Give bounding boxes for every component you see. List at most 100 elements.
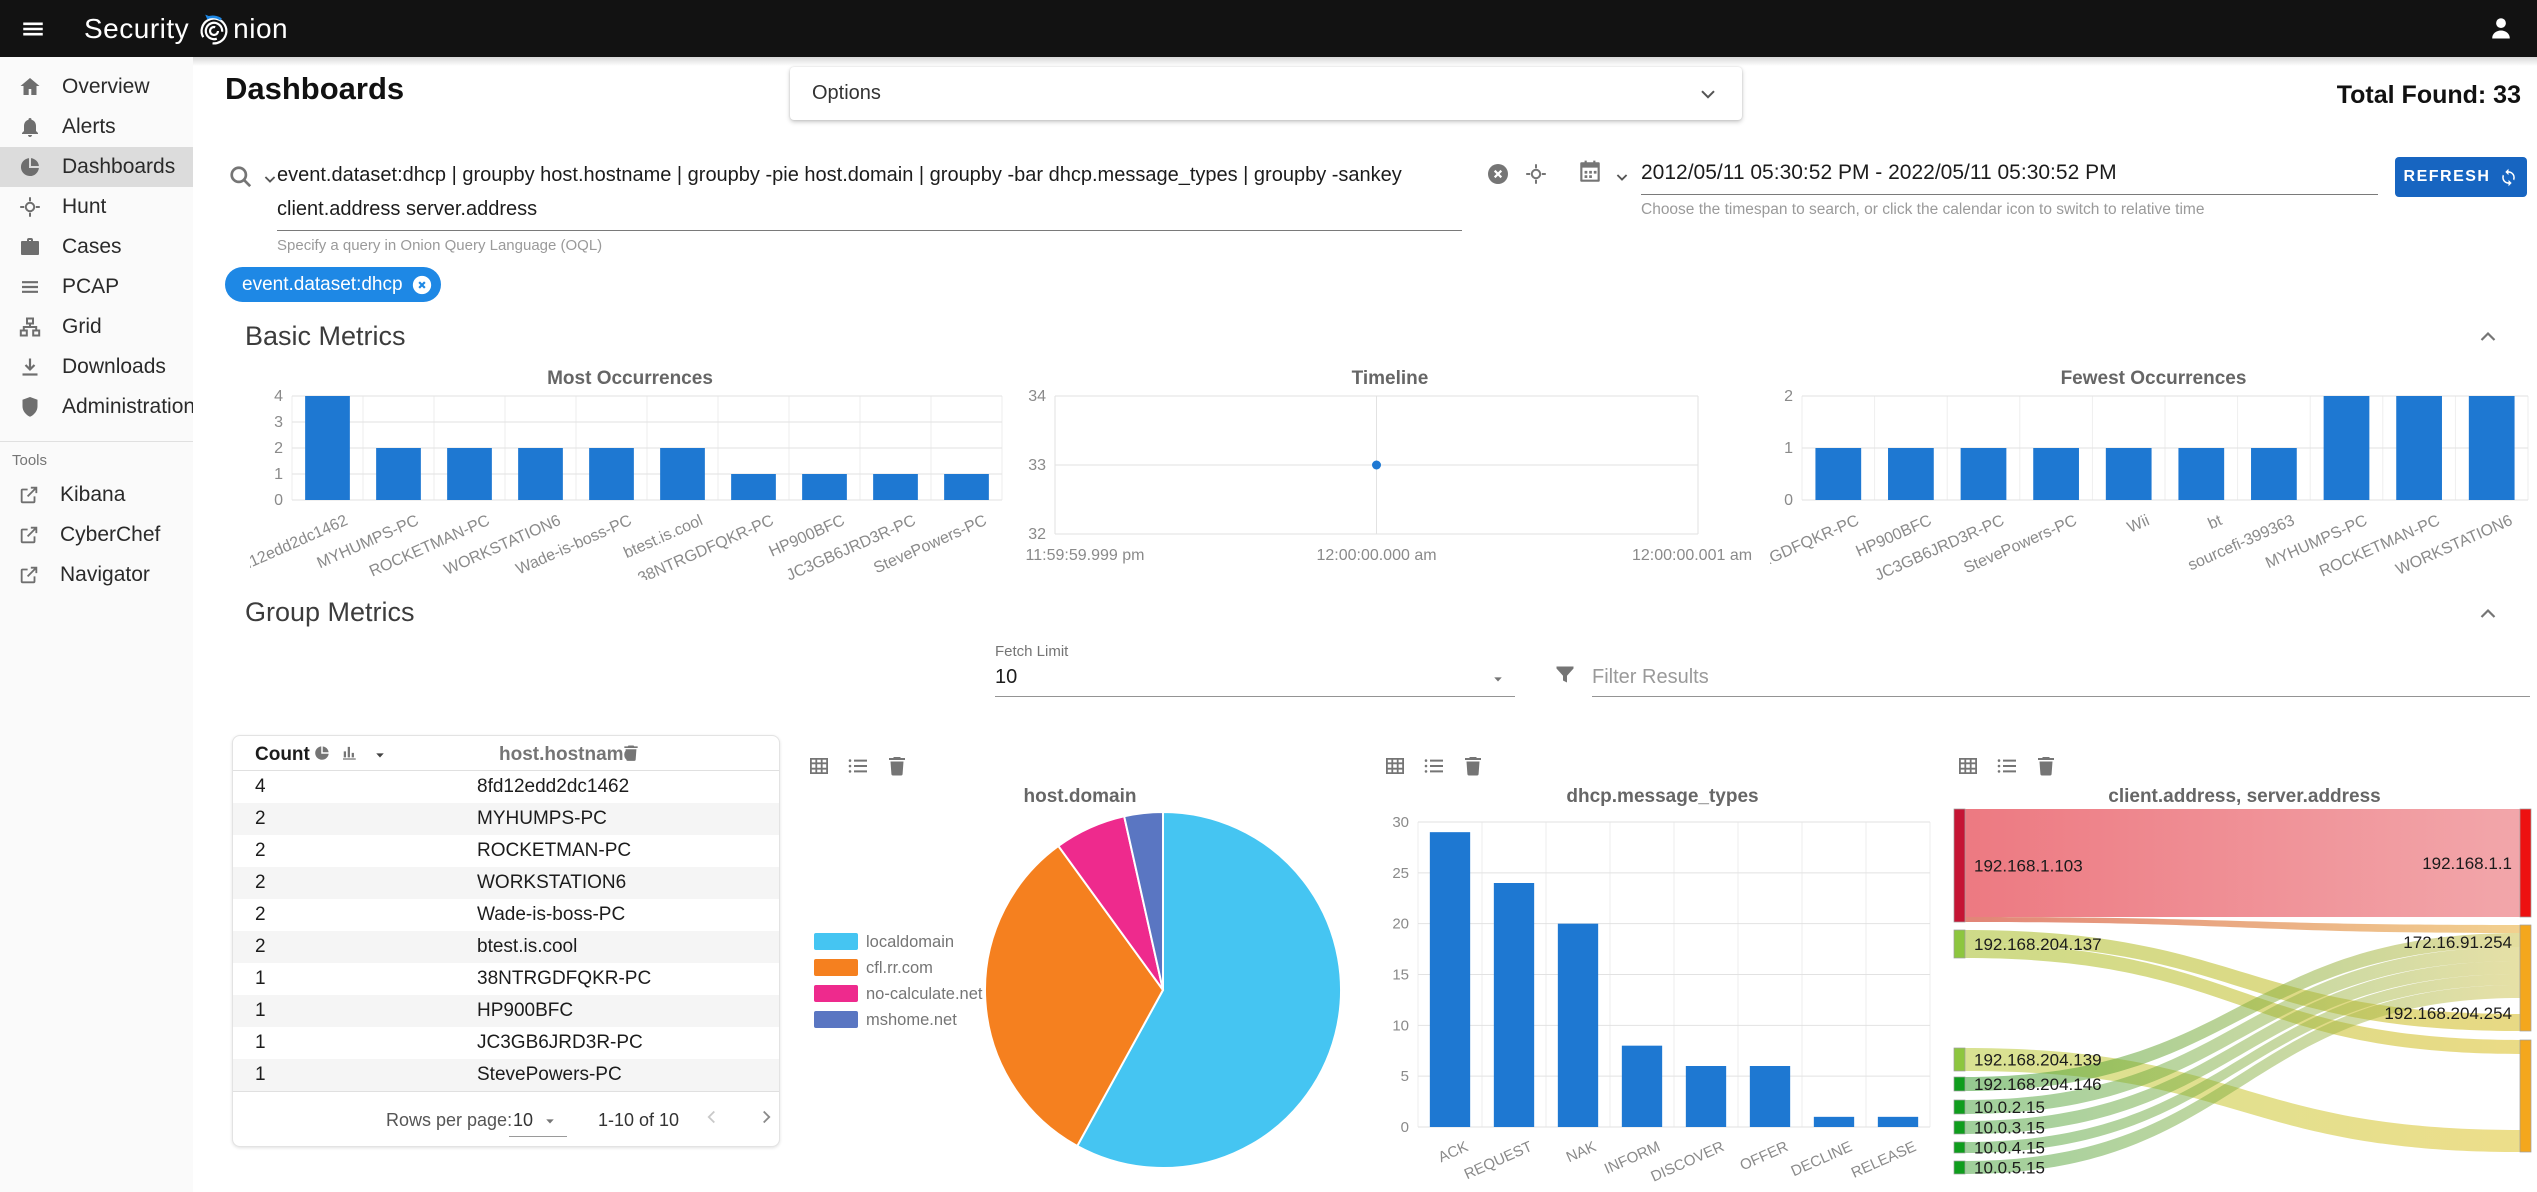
fetch-limit-caret-icon[interactable] <box>1489 670 1507 688</box>
list-icon[interactable] <box>846 754 870 778</box>
user-icon[interactable] <box>2487 14 2515 42</box>
list-icon[interactable] <box>1995 754 2019 778</box>
sidebar-item-dashboards[interactable]: Dashboards <box>0 147 193 187</box>
table-row[interactable]: 2 btest.is.cool <box>233 931 779 963</box>
legend-item[interactable]: mshome.net <box>814 1011 957 1029</box>
sidebar-tool-navigator[interactable]: Navigator <box>0 555 193 595</box>
cell-count[interactable]: 2 <box>233 904 477 926</box>
table-row[interactable]: 1 StevePowers-PC <box>233 1059 779 1091</box>
table-row[interactable]: 2 Wade-is-boss-PC <box>233 899 779 931</box>
sankey-node-192.168.204.139[interactable] <box>1953 1047 1966 1072</box>
cell-count[interactable]: 1 <box>233 1032 477 1054</box>
list-icon[interactable] <box>1422 754 1446 778</box>
dhcp-message-types-chart[interactable]: 051015202530ACKREQUEST NAK INFORMDISCOVER O… <box>1380 800 1945 1192</box>
trash-icon[interactable] <box>1461 754 1485 778</box>
refresh-button[interactable]: REFRESH <box>2395 157 2527 197</box>
pie-chart-icon[interactable] <box>313 744 331 762</box>
table-row[interactable]: 1 38NTRGDFQKR-PC <box>233 963 779 995</box>
table-row[interactable]: 1 HP900BFC <box>233 995 779 1027</box>
fetch-limit-select[interactable]: 10 <box>995 666 1017 689</box>
chip-close-icon[interactable] <box>411 274 433 296</box>
cell-count[interactable]: 2 <box>233 840 477 862</box>
client-server-sankey-chart[interactable]: 192.168.1.103 192.168.204.137 192.168.204.… <box>1952 800 2537 1192</box>
sidebar-item-cases[interactable]: Cases <box>0 227 193 267</box>
sidebar-item-overview[interactable]: Overview <box>0 67 193 107</box>
sankey-node-192.168.204.146[interactable] <box>1953 1076 1966 1092</box>
table-icon[interactable] <box>1956 754 1980 778</box>
sankey-node-10.0.5.15[interactable] <box>1953 1160 1966 1175</box>
most-occurrences-chart[interactable]: 012348fd12edd2dc1462MYHUMPS-PCROCKETMAN-… <box>250 386 1010 580</box>
sankey-node-10.0.4.15[interactable] <box>1953 1141 1966 1154</box>
cell-hostname[interactable]: HP900BFC <box>477 1000 573 1022</box>
page-next-icon[interactable] <box>755 1106 777 1128</box>
table-row[interactable]: 2 WORKSTATION6 <box>233 867 779 899</box>
sankey-node-10.0.3.15[interactable] <box>1953 1120 1966 1135</box>
filter-results-input[interactable]: Filter Results <box>1592 666 1709 689</box>
sankey-node-192.168.204.137[interactable] <box>1953 929 1966 959</box>
legend-item[interactable]: cfl.rr.com <box>814 959 933 977</box>
rows-per-page-select[interactable]: 10 <box>513 1110 533 1131</box>
sidebar-item-pcap[interactable]: PCAP <box>0 267 193 307</box>
clear-query-icon[interactable] <box>1486 162 1510 186</box>
collapse-group-icon[interactable] <box>2475 601 2501 627</box>
table-row[interactable]: 2 ROCKETMAN-PC <box>233 835 779 867</box>
rows-per-page-caret-icon[interactable] <box>541 1112 559 1130</box>
cell-count[interactable]: 1 <box>233 1000 477 1022</box>
table-row[interactable]: 4 8fd12edd2dc1462 <box>233 771 779 803</box>
table-icon[interactable] <box>807 754 831 778</box>
actions-icon[interactable] <box>1524 162 1548 186</box>
sidebar-tool-cyberchef[interactable]: CyberChef <box>0 515 193 555</box>
collapse-basic-icon[interactable] <box>2475 324 2501 350</box>
sidebar-item-downloads[interactable]: Downloads <box>0 347 193 387</box>
sidebar-item-grid[interactable]: Grid <box>0 307 193 347</box>
cell-hostname[interactable]: Wade-is-boss-PC <box>477 904 625 926</box>
legend-item[interactable]: no-calculate.net <box>814 985 983 1003</box>
query-input[interactable]: event.dataset:dhcp | groupby host.hostna… <box>277 158 1437 226</box>
column-count[interactable]: Count <box>255 744 310 766</box>
cell-count[interactable]: 2 <box>233 808 477 830</box>
cell-count[interactable]: 2 <box>233 872 477 894</box>
cell-count[interactable]: 2 <box>233 936 477 958</box>
cell-hostname[interactable]: ROCKETMAN-PC <box>477 840 631 862</box>
filter-chip[interactable]: event.dataset:dhcp <box>225 267 441 302</box>
date-chevron-icon[interactable] <box>1611 166 1633 188</box>
sankey-node-192.168.1.103[interactable] <box>1953 808 1966 923</box>
sidebar-item-hunt[interactable]: Hunt <box>0 187 193 227</box>
cell-hostname[interactable]: JC3GB6JRD3R-PC <box>477 1032 643 1054</box>
table-icon[interactable] <box>1383 754 1407 778</box>
sort-caret-icon[interactable] <box>371 746 389 764</box>
cell-count[interactable]: 1 <box>233 1064 477 1086</box>
sankey-node-192.168.204.254[interactable] <box>2519 1039 2532 1153</box>
table-row[interactable]: 1 JC3GB6JRD3R-PC <box>233 1027 779 1059</box>
cell-hostname[interactable]: 8fd12edd2dc1462 <box>477 776 629 798</box>
bar-chart-icon[interactable] <box>340 744 358 762</box>
trash-icon[interactable] <box>2034 754 2058 778</box>
sidebar-item-administration[interactable]: Administration <box>0 387 195 427</box>
column-hostname[interactable]: host.hostname <box>499 744 634 766</box>
cell-hostname[interactable]: 38NTRGDFQKR-PC <box>477 968 651 990</box>
cell-count[interactable]: 1 <box>233 968 477 990</box>
table-row[interactable]: 2 MYHUMPS-PC <box>233 803 779 835</box>
cell-hostname[interactable]: MYHUMPS-PC <box>477 808 607 830</box>
sankey-node-172.16.91.254[interactable] <box>2519 924 2532 1032</box>
timeline-chart[interactable]: 34 33 32 11:59:59.999 pm 12:00:00.000 am 12:0… <box>1010 386 1770 580</box>
date-range-input[interactable]: 2012/05/11 05:30:52 PM - 2022/05/11 05:3… <box>1641 161 2117 185</box>
page-prev-icon[interactable] <box>701 1106 723 1128</box>
sankey-node-10.0.2.15[interactable] <box>1953 1099 1966 1115</box>
trash-icon[interactable] <box>885 754 909 778</box>
sidebar-item-alerts[interactable]: Alerts <box>0 107 193 147</box>
cell-hostname[interactable]: WORKSTATION6 <box>477 872 626 894</box>
cell-hostname[interactable]: btest.is.cool <box>477 936 577 958</box>
cell-hostname[interactable]: StevePowers-PC <box>477 1064 622 1086</box>
host-domain-pie-chart[interactable]: localdomain cfl.rr.com no-calculate.net msh… <box>800 805 1360 1192</box>
fewest-occurrences-chart[interactable]: 01238NTRGDFQKR-PCHP900BFCJC3GB6JRD3R-PCS… <box>1770 386 2537 580</box>
sankey-node-192.168.1.1[interactable] <box>2519 808 2532 918</box>
calendar-icon[interactable] <box>1577 159 1603 185</box>
legend-item[interactable]: localdomain <box>814 933 954 951</box>
menu-icon[interactable] <box>20 16 46 42</box>
cell-count[interactable]: 4 <box>233 776 477 798</box>
options-panel[interactable]: Options <box>790 67 1742 120</box>
sankey-flow-192.168.1.103-to-172.16.91.254[interactable] <box>1965 917 2520 933</box>
trash-icon[interactable] <box>621 743 641 763</box>
sidebar-tool-kibana[interactable]: Kibana <box>0 475 193 515</box>
